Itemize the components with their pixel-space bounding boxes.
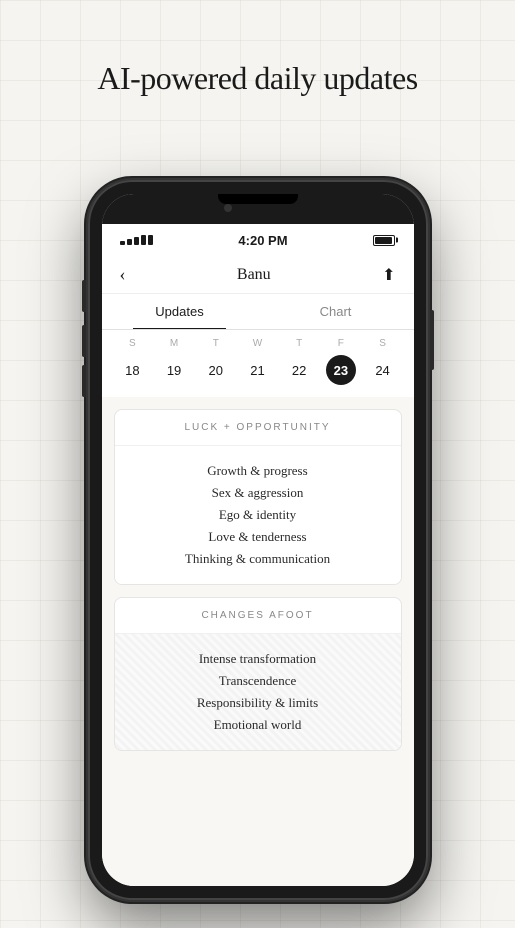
changes-item-4: Emotional world [131, 714, 385, 736]
date-23[interactable]: 23 [326, 355, 356, 385]
changes-item-2: Transcendence [131, 670, 385, 692]
tabs-container: Updates Chart [102, 294, 414, 330]
battery-icon [373, 235, 395, 246]
changes-item-1: Intense transformation [131, 648, 385, 670]
page-title: AI-powered daily updates [0, 0, 515, 137]
status-time: 4:20 PM [238, 233, 287, 248]
changes-body: Intense transformation Transcendence Res… [115, 634, 401, 750]
day-labels: S M T W T F S [112, 338, 404, 349]
signal-bar-1 [120, 241, 125, 245]
nav-bar: ‹ Banu ⬆ [102, 256, 414, 294]
day-label-s1: S [117, 338, 147, 349]
day-label-w: W [242, 338, 272, 349]
nav-title: Banu [237, 266, 271, 284]
camera-dot [224, 204, 232, 212]
phone-device: 4:20 PM ‹ Banu ⬆ Updates Chart S M T [88, 180, 428, 900]
luck-item-3: Ego & identity [131, 504, 385, 526]
signal-icon [120, 235, 153, 245]
day-label-t1: T [201, 338, 231, 349]
signal-bar-4 [141, 235, 146, 245]
luck-header: LUCK + OPPORTUNITY [115, 410, 401, 446]
tab-updates[interactable]: Updates [102, 294, 258, 329]
day-label-s2: S [368, 338, 398, 349]
notch-area [102, 194, 414, 224]
date-20[interactable]: 20 [201, 355, 231, 385]
date-19[interactable]: 19 [159, 355, 189, 385]
changes-card: CHANGES AFOOT Intense transformation Tra… [114, 597, 402, 751]
back-button[interactable]: ‹ [120, 264, 126, 285]
luck-item-5: Thinking & communication [131, 548, 385, 570]
signal-bar-5 [148, 235, 153, 245]
luck-item-2: Sex & aggression [131, 482, 385, 504]
day-label-f: F [326, 338, 356, 349]
status-bar: 4:20 PM [102, 224, 414, 256]
signal-bar-2 [127, 239, 132, 245]
luck-card: LUCK + OPPORTUNITY Growth & progress Sex… [114, 409, 402, 585]
signal-bar-3 [134, 237, 139, 245]
date-22[interactable]: 22 [284, 355, 314, 385]
day-label-t2: T [284, 338, 314, 349]
calendar-row: S M T W T F S 18 19 20 21 22 23 24 [102, 330, 414, 397]
luck-body: Growth & progress Sex & aggression Ego &… [115, 446, 401, 584]
share-button[interactable]: ⬆ [382, 265, 395, 285]
day-numbers: 18 19 20 21 22 23 24 [112, 355, 404, 385]
tab-chart[interactable]: Chart [258, 294, 414, 329]
luck-item-4: Love & tenderness [131, 526, 385, 548]
date-18[interactable]: 18 [117, 355, 147, 385]
phone-screen: 4:20 PM ‹ Banu ⬆ Updates Chart S M T [102, 194, 414, 886]
date-24[interactable]: 24 [368, 355, 398, 385]
luck-item-1: Growth & progress [131, 460, 385, 482]
notch-pill [218, 194, 298, 204]
date-21[interactable]: 21 [242, 355, 272, 385]
changes-item-3: Responsibility & limits [131, 692, 385, 714]
content-area: LUCK + OPPORTUNITY Growth & progress Sex… [102, 397, 414, 886]
day-label-m: M [159, 338, 189, 349]
changes-header: CHANGES AFOOT [115, 598, 401, 634]
